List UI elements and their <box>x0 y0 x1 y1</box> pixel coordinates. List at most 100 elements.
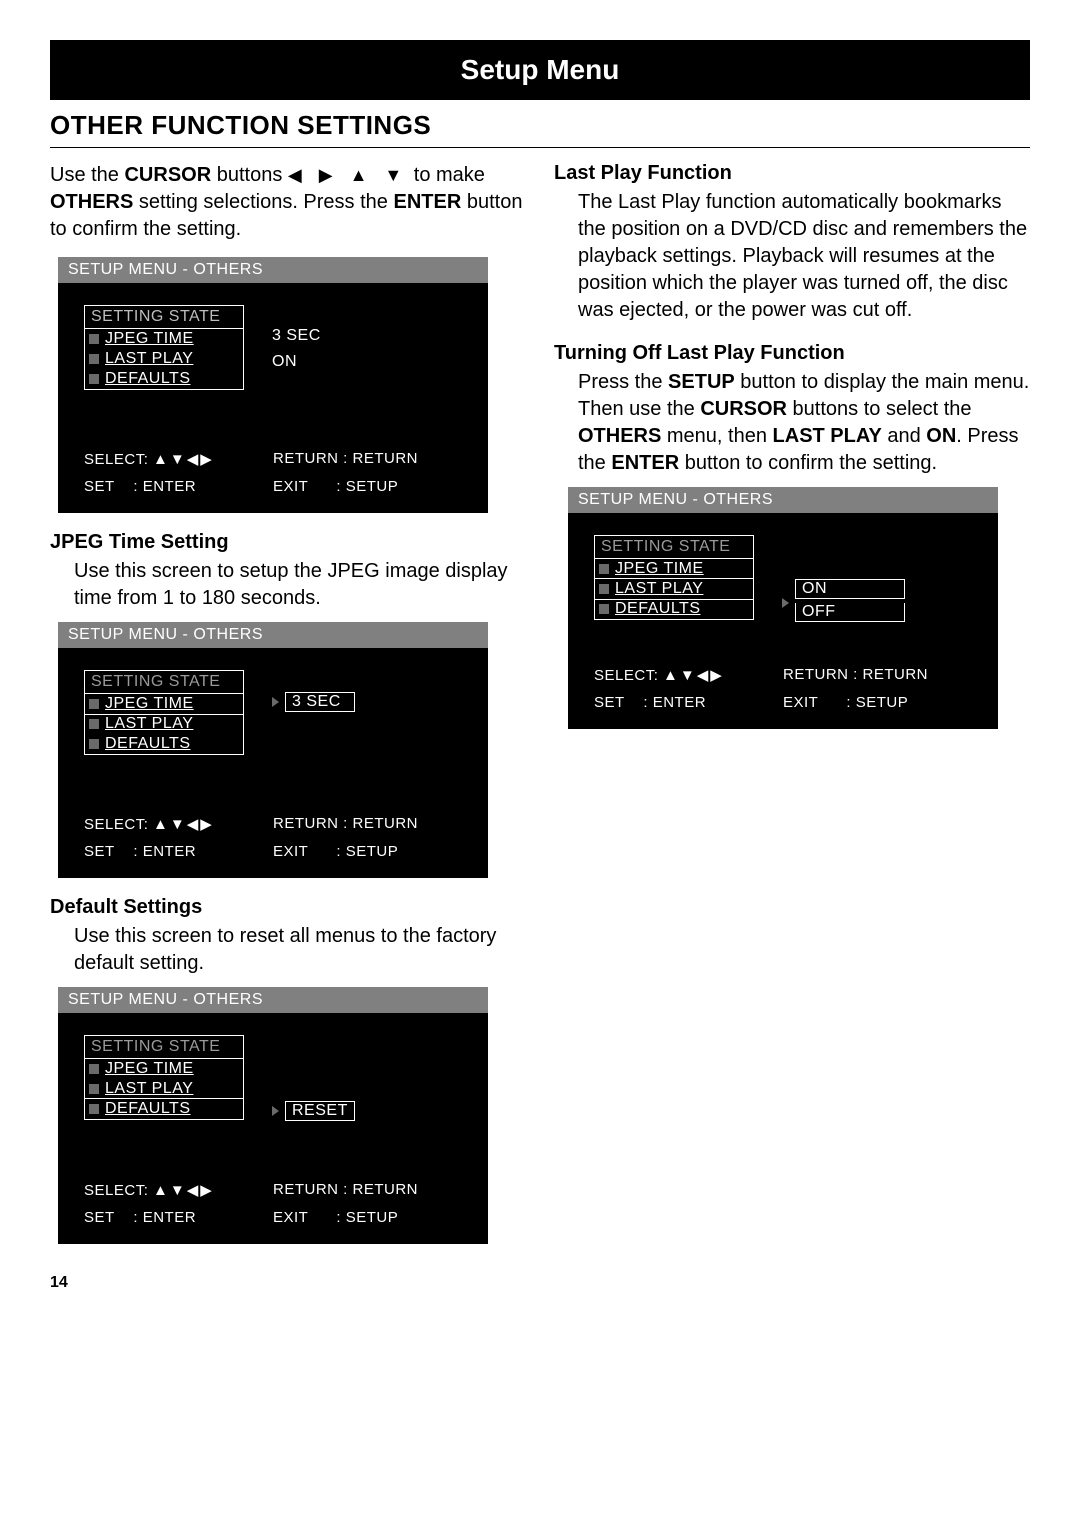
menu-values: ON OFF <box>782 579 905 626</box>
bullet-icon <box>89 374 99 384</box>
t: menu, then <box>661 425 772 447</box>
default-text: Use this screen to reset all menus to th… <box>50 923 526 977</box>
legend-select: SELECT: <box>594 667 658 684</box>
intro-paragraph: Use the CURSOR buttons ◀ ▶ ▲ ▼ to make O… <box>50 162 526 243</box>
enter-word: ENTER <box>393 191 461 213</box>
osd-header: SETUP MENU - OTHERS <box>58 987 488 1013</box>
setup-word: SETUP <box>668 371 735 393</box>
menu-header: SETTING STATE <box>85 671 243 694</box>
value-text: ON <box>272 353 297 371</box>
bullet-icon <box>89 1064 99 1074</box>
osd-legend: SELECT: ▲▼◀▶ RETURN : RETURN SET : ENTER… <box>84 1181 462 1226</box>
pointer-icon <box>272 697 279 707</box>
legend-set: SET <box>84 843 115 860</box>
legend-exit: EXIT <box>783 694 818 711</box>
menu-item: JPEG TIME <box>105 1060 194 1078</box>
intro-text: Use the <box>50 164 124 186</box>
menu-item: JPEG TIME <box>105 330 194 348</box>
legend-return: RETURN : RETURN <box>273 450 462 468</box>
menu-header: SETTING STATE <box>595 536 753 559</box>
jpeg-heading: JPEG Time Setting <box>50 531 526 554</box>
intro-text: buttons <box>211 164 288 186</box>
menu-values: 3 SEC ON <box>272 327 321 371</box>
on-word: ON <box>926 425 956 447</box>
lastplay-text: The Last Play function automatically boo… <box>554 189 1030 324</box>
legend-return: RETURN : RETURN <box>783 666 972 684</box>
menu-item: DEFAULTS <box>615 600 701 618</box>
menu-header: SETTING STATE <box>85 1036 243 1059</box>
menu-item: LAST PLAY <box>105 715 193 733</box>
legend-return: RETURN : RETURN <box>273 815 462 833</box>
bullet-icon <box>599 564 609 574</box>
t: and <box>882 425 926 447</box>
menu-header: SETTING STATE <box>85 306 243 329</box>
legend-arrows-icon: ▲▼◀▶ <box>153 451 214 468</box>
legend-exit-val: : SETUP <box>336 843 398 860</box>
value-box-off: OFF <box>795 603 905 622</box>
value-box: 3 SEC <box>285 692 355 712</box>
cursor-word: CURSOR <box>124 164 211 186</box>
turnoff-text: Press the SETUP button to display the ma… <box>554 369 1030 477</box>
menu-item: DEFAULTS <box>105 370 191 388</box>
osd-defaults: SETUP MENU - OTHERS SETTING STATE JPEG T… <box>58 987 488 1244</box>
page-banner: Setup Menu <box>50 40 1030 100</box>
menu-item: DEFAULTS <box>105 735 191 753</box>
intro-text: to make <box>408 164 485 186</box>
legend-select: SELECT: <box>84 1182 148 1199</box>
arrow-icons: ◀ ▶ ▲ ▼ <box>288 165 408 185</box>
t: buttons to select the <box>787 398 972 420</box>
osd-header: SETUP MENU - OTHERS <box>58 622 488 648</box>
bullet-icon <box>89 719 99 729</box>
legend-arrows-icon: ▲▼◀▶ <box>153 816 214 833</box>
others-word: OTHERS <box>50 191 133 213</box>
page-number: 14 <box>50 1274 1030 1292</box>
osd-legend: SELECT: ▲▼◀▶ RETURN : RETURN SET : ENTER… <box>84 815 462 860</box>
bullet-icon <box>599 604 609 614</box>
menu-item-selected: LAST PLAY <box>615 580 703 598</box>
legend-set-val: : ENTER <box>643 694 706 711</box>
legend-set-val: : ENTER <box>133 478 196 495</box>
legend-set: SET <box>594 694 625 711</box>
others-word: OTHERS <box>578 425 661 447</box>
legend-arrows-icon: ▲▼◀▶ <box>153 1182 214 1199</box>
default-heading: Default Settings <box>50 896 526 919</box>
menu-box: SETTING STATE JPEG TIME LAST PLAY DEFAUL… <box>594 535 754 620</box>
menu-box: SETTING STATE JPEG TIME LAST PLAY DEFAUL… <box>84 670 244 755</box>
legend-exit-val: : SETUP <box>846 694 908 711</box>
osd-jpeg-time: SETUP MENU - OTHERS SETTING STATE JPEG T… <box>58 622 488 878</box>
jpeg-text: Use this screen to setup the JPEG image … <box>50 558 526 612</box>
legend-exit-val: : SETUP <box>336 478 398 495</box>
osd-others-overview: SETUP MENU - OTHERS SETTING STATE JPEG T… <box>58 257 488 513</box>
lastplay-heading: Last Play Function <box>554 162 1030 185</box>
osd-header: SETUP MENU - OTHERS <box>568 487 998 513</box>
bullet-icon <box>89 699 99 709</box>
t: Press the <box>578 371 668 393</box>
lastplay-word: LAST PLAY <box>773 425 882 447</box>
turnoff-heading: Turning Off Last Play Function <box>554 342 1030 365</box>
legend-exit-val: : SETUP <box>336 1209 398 1226</box>
menu-item-selected: JPEG TIME <box>105 695 194 713</box>
bullet-icon <box>89 1084 99 1094</box>
section-title: OTHER FUNCTION SETTINGS <box>50 110 1030 148</box>
t: button to confirm the setting. <box>679 452 937 474</box>
bullet-icon <box>89 334 99 344</box>
pointer-icon <box>272 1106 279 1116</box>
menu-item: JPEG TIME <box>615 560 704 578</box>
legend-set: SET <box>84 1209 115 1226</box>
legend-arrows-icon: ▲▼◀▶ <box>663 667 724 684</box>
pointer-icon <box>782 598 789 608</box>
legend-exit: EXIT <box>273 478 308 495</box>
legend-set: SET <box>84 478 115 495</box>
legend-set-val: : ENTER <box>133 1209 196 1226</box>
osd-header: SETUP MENU - OTHERS <box>58 257 488 283</box>
bullet-icon <box>89 1104 99 1114</box>
right-column: Last Play Function The Last Play functio… <box>554 162 1030 1254</box>
legend-set-val: : ENTER <box>133 843 196 860</box>
legend-select: SELECT: <box>84 451 148 468</box>
left-column: Use the CURSOR buttons ◀ ▶ ▲ ▼ to make O… <box>50 162 526 1254</box>
menu-item-selected: DEFAULTS <box>105 1100 191 1118</box>
bullet-icon <box>89 739 99 749</box>
legend-select: SELECT: <box>84 816 148 833</box>
menu-box: SETTING STATE JPEG TIME LAST PLAY DEFAUL… <box>84 305 244 390</box>
menu-values: 3 SEC <box>272 692 355 712</box>
